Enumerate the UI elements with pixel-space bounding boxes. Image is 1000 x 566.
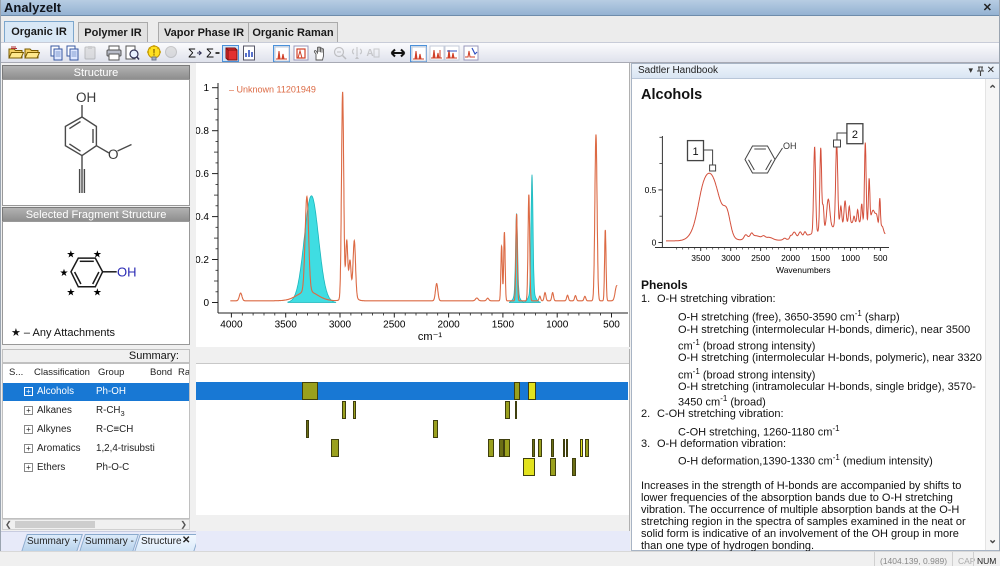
svg-text:0.6: 0.6 [196, 169, 209, 180]
svg-text:4000: 4000 [220, 320, 243, 331]
svg-text:1500: 1500 [492, 320, 515, 331]
svg-text:2000: 2000 [437, 320, 460, 331]
svg-text:0.5: 0.5 [645, 185, 657, 195]
svg-text:1000: 1000 [546, 320, 569, 331]
svg-text:★: ★ [60, 268, 69, 279]
svg-text:★: ★ [93, 288, 102, 299]
svg-text:OH: OH [117, 265, 137, 280]
svg-text:Σ: Σ [187, 46, 195, 61]
svg-text:0.4: 0.4 [196, 212, 209, 223]
svg-text:OH: OH [76, 90, 96, 105]
svg-text:1500: 1500 [811, 253, 830, 263]
svg-text:!: ! [152, 48, 155, 58]
svg-text:cm⁻¹: cm⁻¹ [418, 331, 442, 343]
svg-text:500: 500 [873, 253, 887, 263]
svg-text:Σ: Σ [205, 46, 213, 61]
svg-text:0.2: 0.2 [196, 255, 209, 266]
svg-text:★: ★ [66, 288, 75, 299]
svg-text:0: 0 [203, 298, 209, 309]
svg-text:1: 1 [692, 146, 698, 158]
svg-text:O: O [108, 147, 119, 162]
svg-text:3000: 3000 [329, 320, 352, 331]
svg-text:3500: 3500 [691, 253, 710, 263]
svg-text:3500: 3500 [275, 320, 298, 331]
svg-text:1: 1 [203, 83, 209, 94]
svg-text:OH: OH [783, 141, 797, 151]
svg-text:3000: 3000 [721, 253, 740, 263]
svg-text:2000: 2000 [781, 253, 800, 263]
svg-text:★: ★ [66, 250, 75, 261]
svg-text:2500: 2500 [383, 320, 406, 331]
svg-text:2: 2 [852, 129, 858, 141]
svg-text:0: 0 [652, 238, 657, 248]
svg-text:1000: 1000 [841, 253, 860, 263]
svg-text:Wavenumbers: Wavenumbers [776, 265, 830, 275]
svg-text:★ – Any Attachments: ★ – Any Attachments [11, 327, 116, 339]
svg-text:2500: 2500 [751, 253, 770, 263]
svg-text:★: ★ [93, 250, 102, 261]
svg-text:A: A [366, 48, 373, 59]
svg-text:– Unknown 11201949: – Unknown 11201949 [229, 85, 316, 95]
svg-text:0.8: 0.8 [196, 126, 209, 137]
svg-text:500: 500 [603, 320, 620, 331]
